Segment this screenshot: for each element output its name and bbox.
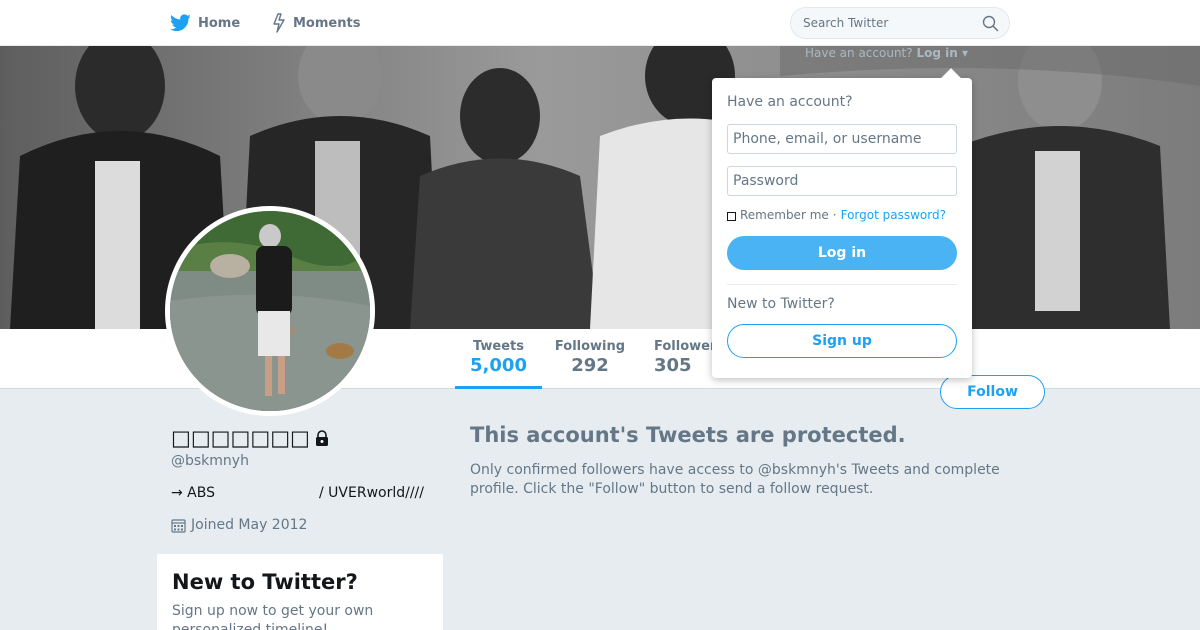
- nav-home[interactable]: Home: [170, 12, 240, 34]
- forgot-password-link[interactable]: Forgot password?: [841, 208, 946, 222]
- twitter-bird-icon: [170, 14, 191, 32]
- lock-icon: [314, 430, 330, 446]
- profile-name-text: □□□□□□□: [171, 426, 310, 450]
- signup-promo-title: New to Twitter?: [172, 570, 358, 594]
- profile-name: □□□□□□□: [171, 426, 330, 450]
- search-input[interactable]: [803, 8, 973, 38]
- remember-me-label[interactable]: Remember me: [740, 208, 829, 222]
- username-input[interactable]: [727, 124, 957, 154]
- remember-row: Remember me · Forgot password?: [727, 208, 946, 222]
- have-account-text: Have an account?: [805, 46, 913, 60]
- search-box: [790, 7, 1010, 39]
- joined-date: Joined May 2012: [171, 517, 307, 533]
- calendar-icon: [171, 518, 186, 533]
- dropdown-divider: [727, 284, 957, 285]
- follow-button[interactable]: Follow: [940, 375, 1045, 409]
- joined-date-text: Joined May 2012: [191, 517, 308, 533]
- following-stat-label: Following: [554, 339, 626, 354]
- separator-dot: ·: [832, 208, 837, 222]
- have-account-prompt: Have an account? Log in ▾: [805, 46, 968, 60]
- protected-title: This account's Tweets are protected.: [470, 423, 906, 447]
- following-stat-value: 292: [571, 355, 609, 376]
- protected-message: Only confirmed followers have access to …: [470, 462, 1000, 497]
- nav-moments[interactable]: Moments: [272, 12, 360, 34]
- followers-stat-value: 305: [654, 355, 692, 376]
- avatar[interactable]: [165, 206, 375, 416]
- followers-stat-label: Followers: [654, 339, 720, 354]
- password-input[interactable]: [727, 166, 957, 196]
- login-button[interactable]: Log in: [727, 236, 957, 270]
- login-dropdown-title: Have an account?: [727, 94, 853, 110]
- login-link-label: Log in: [916, 46, 958, 60]
- nav-moments-label: Moments: [293, 15, 361, 31]
- profile-handle[interactable]: @bskmnyh: [171, 453, 249, 469]
- followers-stat[interactable]: Followers 305: [650, 339, 720, 376]
- signup-promo-card: New to Twitter? Sign up now to get your …: [156, 553, 444, 630]
- bio-part-1: → ABS: [171, 485, 216, 501]
- login-dropdown: Have an account? Remember me · Forgot pa…: [712, 68, 972, 378]
- signup-promo-text: Sign up now to get your own personalized…: [172, 603, 374, 630]
- lightning-icon: [272, 13, 286, 33]
- top-navigation-bar: Home Moments: [0, 0, 1200, 46]
- tweets-stat-label: Tweets: [472, 339, 525, 354]
- remember-me-checkbox[interactable]: [727, 211, 736, 221]
- tweets-stat-value: 5,000: [470, 355, 527, 376]
- signup-button[interactable]: Sign up: [727, 324, 957, 358]
- bio-part-2: / UVERworld////: [319, 485, 424, 501]
- magnifier-icon[interactable]: [982, 15, 999, 36]
- nav-home-label: Home: [198, 15, 241, 31]
- tweets-stat[interactable]: Tweets 5,000: [455, 339, 542, 389]
- login-dropdown-toggle[interactable]: Log in ▾: [916, 46, 968, 60]
- new-to-twitter-label: New to Twitter?: [727, 296, 835, 312]
- following-stat[interactable]: Following 292: [552, 339, 628, 376]
- caret-down-icon: ▾: [961, 46, 968, 60]
